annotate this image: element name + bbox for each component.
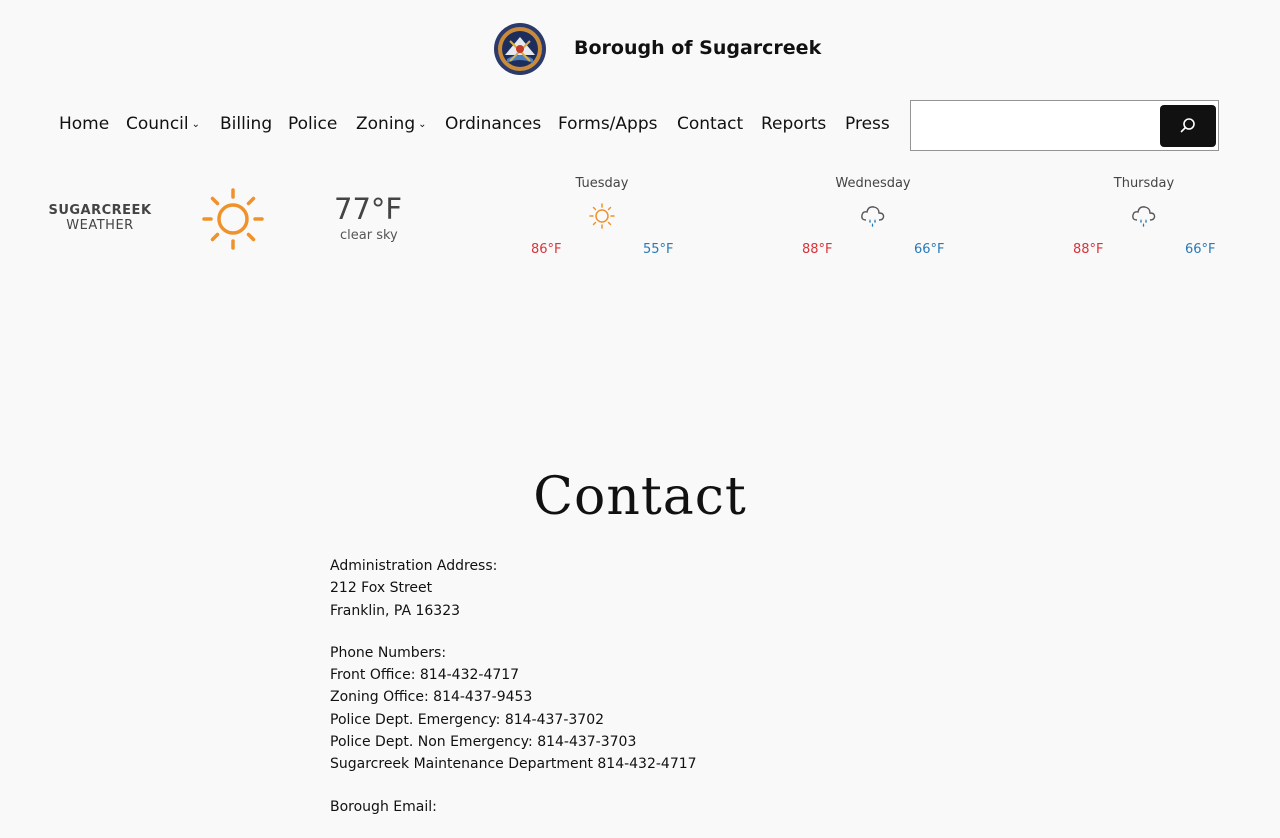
nav-item-contact[interactable]: Contact [677,114,743,134]
phone-heading: Phone Numbers: [330,644,447,661]
phone-police-emergency: Police Dept. Emergency: 814-437-3702 [330,711,605,728]
nav-item-ordinances[interactable]: Ordinances [445,114,541,134]
nav-item-zoning[interactable]: Zoning ⌄ [356,114,427,134]
phone-front-office: Front Office: 814-432-4717 [330,667,520,684]
address-line: 212 Fox Street [330,580,433,597]
borough-seal-logo[interactable] [493,21,547,77]
weather-location: SUGARCREEK WEATHER [0,203,200,234]
chevron-down-icon[interactable]: ⌄ [418,119,426,130]
nav-item-police[interactable]: Police [288,114,337,134]
search-button[interactable] [1160,105,1216,147]
nav-item-reports[interactable]: Reports [761,114,826,134]
address-block: Administration Address: 212 Fox Street F… [330,555,697,622]
address-heading: Administration Address: [330,558,498,574]
nav-item-council[interactable]: Council ⌄ [126,114,200,134]
current-condition: clear sky [340,228,398,243]
page-title: Contact [533,466,747,527]
weather-city: SUGARCREEK [48,203,152,218]
address-line: Franklin, PA 16323 [330,602,461,619]
sun-icon [202,188,264,254]
phone-block: Phone Numbers: Front Office: 814-432-471… [330,642,697,776]
rain-cloud-icon [860,203,886,233]
weather-subtitle: WEATHER [66,218,134,233]
forecast-low: 66°F [1185,242,1216,257]
search-form [910,100,1219,151]
forecast-day: Wednesday 88°F 66°F [793,176,953,257]
email-block: Borough Email: [330,796,697,818]
phone-police-non-emergency: Police Dept. Non Emergency: 814-437-3703 [330,734,637,751]
forecast-low: 66°F [914,242,945,257]
forecast-day: Tuesday 86°F 55°F [522,176,682,257]
forecast-high: 88°F [802,242,833,257]
nav-item-home[interactable]: Home [59,114,109,134]
forecast-low: 55°F [643,242,674,257]
forecast-day-name: Wednesday [835,176,911,191]
nav-item-billing[interactable]: Billing [220,114,272,134]
phone-maintenance: Sugarcreek Maintenance Department 814-43… [330,756,697,773]
site-header: Borough of Sugarcreek [0,0,1280,100]
email-heading: Borough Email: [330,798,437,815]
search-icon [1180,118,1195,133]
forecast-high: 88°F [1073,242,1104,257]
rain-cloud-icon [1131,203,1157,233]
nav-item-press[interactable]: Press [845,114,890,134]
search-input[interactable] [911,101,1157,150]
forecast-day-name: Tuesday [575,176,629,191]
sun-icon [589,203,615,233]
current-temperature: 77°F [334,192,403,226]
contact-content: Administration Address: 212 Fox Street F… [330,555,697,838]
forecast-day-name: Thursday [1113,176,1175,191]
phone-zoning-office: Zoning Office: 814-437-9453 [330,689,533,706]
nav-item-forms-apps[interactable]: Forms/Apps [558,114,657,134]
forecast-day: Thursday 88°F 66°F [1064,176,1224,257]
forecast-high: 86°F [531,242,562,257]
weather-widget: SUGARCREEK WEATHER 77°F clear sky Tuesda… [0,176,1280,266]
chevron-down-icon[interactable]: ⌄ [192,119,200,130]
site-title[interactable]: Borough of Sugarcreek [574,37,821,59]
